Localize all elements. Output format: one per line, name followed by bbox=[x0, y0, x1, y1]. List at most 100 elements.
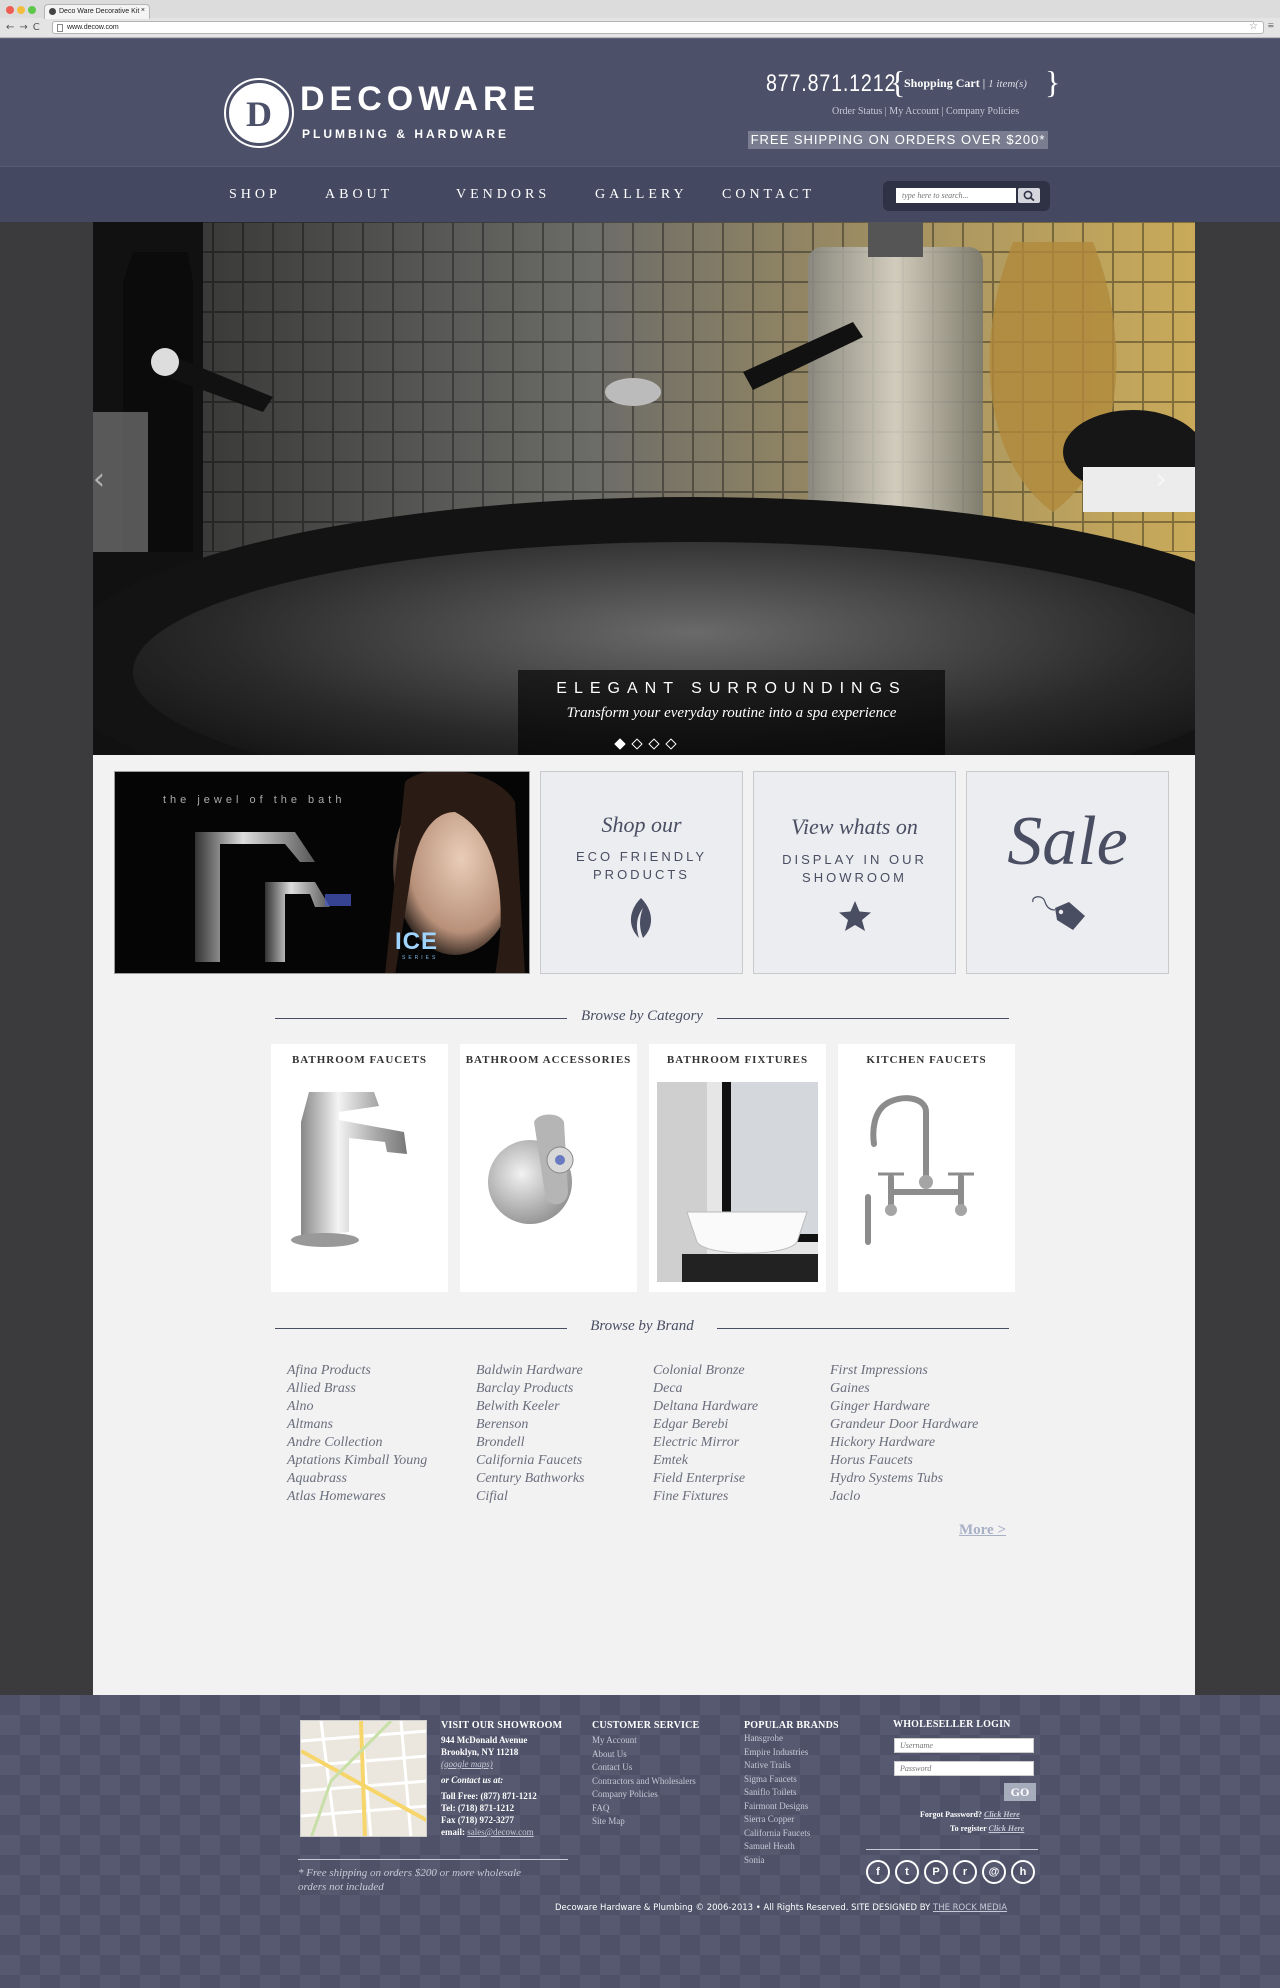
footer-brand-link[interactable]: Sigma Faucets bbox=[744, 1773, 810, 1787]
nav-item-contact[interactable]: CONTACT bbox=[722, 187, 815, 203]
brand-link[interactable]: Deca bbox=[653, 1380, 758, 1398]
logo-name[interactable]: DECOWARE bbox=[300, 80, 540, 119]
showroom-map[interactable] bbox=[300, 1720, 427, 1837]
brand-link[interactable]: Aquabrass bbox=[287, 1470, 427, 1488]
brand-link[interactable]: Horus Faucets bbox=[830, 1452, 978, 1470]
email-icon[interactable]: @ bbox=[982, 1860, 1006, 1884]
brand-link[interactable]: Hickory Hardware bbox=[830, 1434, 978, 1452]
category-card-bathroom-fixtures[interactable]: BATHROOM FIXTURES bbox=[649, 1044, 826, 1292]
footer-brand-link[interactable]: Hansgrohe bbox=[744, 1732, 810, 1746]
footer-brand-link[interactable]: California Faucets bbox=[744, 1827, 810, 1841]
brand-link[interactable]: California Faucets bbox=[476, 1452, 585, 1470]
footer-brand-link[interactable]: Saniflo Toilets bbox=[744, 1786, 810, 1800]
nav-item-gallery[interactable]: GALLERY bbox=[595, 187, 688, 203]
footer-brand-link[interactable]: Sierra Copper bbox=[744, 1813, 810, 1827]
brand-link[interactable]: Jaclo bbox=[830, 1488, 978, 1506]
tab-close-icon[interactable]: × bbox=[141, 7, 145, 14]
forgot-password-link[interactable]: Click Here bbox=[984, 1810, 1020, 1819]
browser-menu-icon[interactable]: ≡ bbox=[1268, 20, 1274, 32]
brand-link[interactable]: Barclay Products bbox=[476, 1380, 585, 1398]
brand-link[interactable]: Aptations Kimball Young bbox=[287, 1452, 427, 1470]
footer-brand-link[interactable]: Native Trails bbox=[744, 1759, 810, 1773]
footer-link[interactable]: Contact Us bbox=[592, 1761, 696, 1775]
brand-link[interactable]: Berenson bbox=[476, 1416, 585, 1434]
footer-brand-link[interactable]: Empire Industries bbox=[744, 1746, 810, 1760]
brand-link[interactable]: First Impressions bbox=[830, 1362, 978, 1380]
logo-badge[interactable]: D bbox=[226, 80, 292, 146]
rss-icon[interactable]: r bbox=[953, 1860, 977, 1884]
category-card-kitchen-faucets[interactable]: KITCHEN FAUCETS bbox=[838, 1044, 1015, 1292]
brand-link[interactable]: Edgar Berebi bbox=[653, 1416, 758, 1434]
slider-prev-icon[interactable]: ‹ bbox=[93, 462, 105, 497]
footer-link[interactable]: Company Policies bbox=[592, 1788, 696, 1802]
brand-link[interactable]: Hydro Systems Tubs bbox=[830, 1470, 978, 1488]
footer-brand-link[interactable]: Fairmont Designs bbox=[744, 1800, 810, 1814]
nav-item-about[interactable]: ABOUT bbox=[325, 187, 393, 203]
brand-link[interactable]: Andre Collection bbox=[287, 1434, 427, 1452]
brand-link[interactable]: Fine Fixtures bbox=[653, 1488, 758, 1506]
facebook-icon[interactable]: f bbox=[866, 1860, 890, 1884]
brand-link[interactable]: Grandeur Door Hardware bbox=[830, 1416, 978, 1434]
brand-link[interactable]: Alno bbox=[287, 1398, 427, 1416]
category-card-bathroom-faucets[interactable]: BATHROOM FAUCETS bbox=[271, 1044, 448, 1292]
footer-link[interactable]: Contractors and Wholesalers bbox=[592, 1775, 696, 1789]
nav-item-shop[interactable]: SHOP bbox=[229, 187, 281, 203]
cart-item-count[interactable]: 1 item(s) bbox=[988, 78, 1027, 90]
maximize-window-icon[interactable] bbox=[28, 6, 36, 14]
register-link[interactable]: Click Here bbox=[989, 1824, 1025, 1833]
username-field[interactable] bbox=[894, 1738, 1034, 1753]
password-field[interactable] bbox=[894, 1761, 1034, 1776]
eco-friendly-promo[interactable]: Shop our ECO FRIENDLY PRODUCTS bbox=[540, 771, 743, 974]
company-policies-link[interactable]: Company Policies bbox=[946, 106, 1019, 117]
brand-link[interactable]: Allied Brass bbox=[287, 1380, 427, 1398]
brand-link[interactable]: Field Enterprise bbox=[653, 1470, 758, 1488]
brand-link[interactable]: Belwith Keeler bbox=[476, 1398, 585, 1416]
brand-link[interactable]: Gaines bbox=[830, 1380, 978, 1398]
address-bar[interactable]: www.decow.com bbox=[52, 21, 1264, 34]
hero-slider[interactable]: ‹ › ELEGANT SURROUNDINGS Transform your … bbox=[93, 222, 1195, 755]
category-card-bathroom-accessories[interactable]: BATHROOM ACCESSORIES bbox=[460, 1044, 637, 1292]
google-maps-link[interactable]: (google maps) bbox=[441, 1758, 537, 1770]
designer-link[interactable]: THE ROCK MEDIA bbox=[933, 1903, 1007, 1913]
sale-promo[interactable]: Sale bbox=[966, 771, 1169, 974]
order-status-link[interactable]: Order Status bbox=[832, 106, 882, 117]
houzz-icon[interactable]: h bbox=[1011, 1860, 1035, 1884]
slider-next-icon[interactable]: › bbox=[1155, 462, 1167, 497]
brand-link[interactable]: Colonial Bronze bbox=[653, 1362, 758, 1380]
my-account-link[interactable]: My Account bbox=[889, 106, 939, 117]
footer-link[interactable]: About Us bbox=[592, 1748, 696, 1762]
twitter-icon[interactable]: t bbox=[895, 1860, 919, 1884]
footer-brand-link[interactable]: Sonia bbox=[744, 1854, 810, 1868]
search-button[interactable] bbox=[1018, 188, 1040, 203]
browser-tab[interactable]: Deco Ware Decorative Kit × bbox=[44, 4, 150, 19]
shopping-cart[interactable]: Shopping Cart | 1 item(s) bbox=[904, 76, 1027, 91]
showroom-promo[interactable]: View whats on DISPLAY IN OUR SHOWROOM bbox=[753, 771, 956, 974]
brand-link[interactable]: Deltana Hardware bbox=[653, 1398, 758, 1416]
email-link[interactable]: sales@decow.com bbox=[467, 1827, 533, 1837]
brand-link[interactable]: Electric Mirror bbox=[653, 1434, 758, 1452]
footer-brand-link[interactable]: Samuel Heath bbox=[744, 1840, 810, 1854]
more-brands-link[interactable]: More > bbox=[959, 1522, 1006, 1539]
minimize-window-icon[interactable] bbox=[17, 6, 25, 14]
pinterest-icon[interactable]: P bbox=[924, 1860, 948, 1884]
cart-label[interactable]: Shopping Cart bbox=[904, 76, 980, 90]
footer-link[interactable]: My Account bbox=[592, 1734, 696, 1748]
close-window-icon[interactable] bbox=[6, 6, 14, 14]
brand-link[interactable]: Atlas Homewares bbox=[287, 1488, 427, 1506]
brand-link[interactable]: Century Bathworks bbox=[476, 1470, 585, 1488]
bookmark-star-icon[interactable]: ☆ bbox=[1249, 21, 1258, 32]
footer-link[interactable]: FAQ bbox=[592, 1802, 696, 1816]
login-go-button[interactable]: GO bbox=[1004, 1783, 1036, 1801]
browser-nav-icons[interactable]: ←→C bbox=[6, 22, 45, 33]
brand-link[interactable]: Baldwin Hardware bbox=[476, 1362, 585, 1380]
brand-link[interactable]: Ginger Hardware bbox=[830, 1398, 978, 1416]
brand-link[interactable]: Brondell bbox=[476, 1434, 585, 1452]
nav-item-vendors[interactable]: VENDORS bbox=[456, 187, 550, 203]
brand-link[interactable]: Emtek bbox=[653, 1452, 758, 1470]
brand-link[interactable]: Altmans bbox=[287, 1416, 427, 1434]
brand-link[interactable]: Afina Products bbox=[287, 1362, 427, 1380]
search-input[interactable] bbox=[896, 188, 1016, 203]
ice-series-banner[interactable]: the jewel of the bath ICE SERIES bbox=[114, 771, 530, 974]
brand-link[interactable]: Cifial bbox=[476, 1488, 585, 1506]
footer-link[interactable]: Site Map bbox=[592, 1815, 696, 1829]
